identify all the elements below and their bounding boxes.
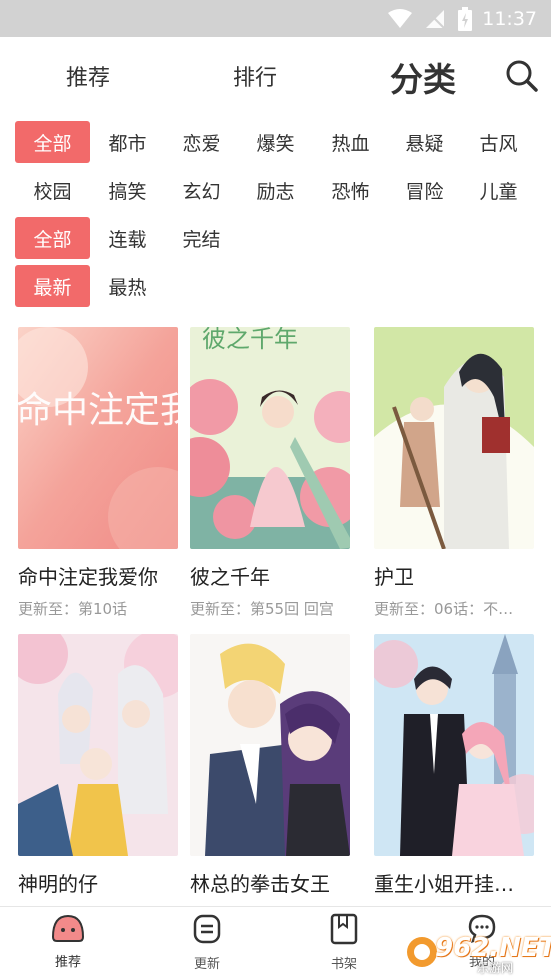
filter-genre-horror[interactable]: 恐怖 <box>313 169 388 211</box>
filter-status-all[interactable]: 全部 <box>15 217 90 259</box>
comic-update: 更新至：第55回 回宫 <box>190 600 334 618</box>
battery-charging-icon <box>458 6 473 31</box>
sort-filter-row: 最新 最热 <box>0 265 551 309</box>
no-signal-icon <box>424 8 446 30</box>
comic-card[interactable]: 神明的仔 <box>18 634 178 897</box>
bookshelf-icon <box>329 913 359 949</box>
comic-title[interactable]: 重生小姐开挂… <box>374 868 539 897</box>
home-face-icon <box>50 913 86 947</box>
wifi-icon <box>388 8 413 29</box>
comic-title[interactable]: 彼之千年 <box>190 561 355 590</box>
nav-label: 书架 <box>330 957 357 972</box>
top-nav: 推荐 排行 分类 <box>0 37 551 111</box>
comic-card[interactable]: 林总的拳击女王 <box>190 634 350 897</box>
filter-genre-funny[interactable]: 搞笑 <box>90 169 165 211</box>
comic-update: 更新至：06话：不… <box>374 600 514 618</box>
comic-cover[interactable] <box>374 327 534 549</box>
sort-hottest[interactable]: 最热 <box>90 265 165 307</box>
filter-genre-inspirational[interactable]: 励志 <box>238 169 313 211</box>
tab-ranking[interactable]: 排行 <box>233 60 277 92</box>
cover-title-text: 彼之千年 <box>202 327 298 353</box>
sort-latest[interactable]: 最新 <box>15 265 90 307</box>
nav-recommend[interactable]: 推荐 <box>33 913 103 970</box>
filter-genre-romance[interactable]: 恋爱 <box>164 121 239 163</box>
filter-genre-adventure[interactable]: 冒险 <box>387 169 462 211</box>
filter-genre-urban[interactable]: 都市 <box>90 121 165 163</box>
comic-cover[interactable]: 命中注定我爱你 <box>18 327 178 549</box>
comic-title[interactable]: 林总的拳击女王 <box>190 868 355 897</box>
filter-genre-ancient[interactable]: 古风 <box>461 121 536 163</box>
update-list-icon <box>192 913 222 949</box>
search-icon[interactable] <box>505 59 539 93</box>
cover-title-text: 命中注定我爱你 <box>18 390 178 431</box>
comic-title[interactable]: 护卫 <box>374 561 539 590</box>
tab-recommend[interactable]: 推荐 <box>66 60 110 92</box>
filter-status-ongoing[interactable]: 连载 <box>90 217 165 259</box>
filter-genre-action[interactable]: 热血 <box>313 121 388 163</box>
filter-genre-fantasy[interactable]: 玄幻 <box>164 169 239 211</box>
status-filter-row: 全部 连载 完结 <box>0 217 551 261</box>
comic-card[interactable]: 重生小姐开挂… <box>374 634 534 897</box>
filter-genre-children[interactable]: 儿童 <box>461 169 536 211</box>
comic-title[interactable]: 神明的仔 <box>18 868 183 897</box>
tab-category[interactable]: 分类 <box>390 53 456 101</box>
nav-bookshelf[interactable]: 书架 <box>309 913 379 972</box>
comic-cover[interactable] <box>190 634 350 856</box>
clock: 11:37 <box>482 7 537 30</box>
filter-status-completed[interactable]: 完结 <box>164 217 239 259</box>
filter-genre-comedy[interactable]: 爆笑 <box>238 121 313 163</box>
filter-genre-all[interactable]: 全部 <box>15 121 90 163</box>
comic-cover[interactable] <box>18 634 178 856</box>
bottom-nav: 推荐 更新 书架 我的 962.NET 乐游网 <box>0 906 551 979</box>
comic-update: 更新至：第10话 <box>18 600 128 618</box>
comic-card[interactable]: 命中注定我爱你 命中注定我爱你 更新至：第10话 <box>18 327 178 619</box>
nav-update[interactable]: 更新 <box>172 913 242 972</box>
genre-filter-row-1: 全部 都市 恋爱 爆笑 热血 悬疑 古风 <box>0 121 551 165</box>
comic-title[interactable]: 命中注定我爱你 <box>18 561 183 590</box>
nav-label: 更新 <box>193 957 220 972</box>
nav-label: 推荐 <box>54 955 81 970</box>
status-bar: 11:37 <box>0 0 551 37</box>
filter-genre-campus[interactable]: 校园 <box>15 169 90 211</box>
comic-card[interactable]: 护卫 更新至：06话：不… <box>374 327 534 619</box>
genre-filter-row-2: 校园 搞笑 玄幻 励志 恐怖 冒险 儿童 <box>0 169 551 213</box>
comic-cover[interactable]: 彼之千年 <box>190 327 350 549</box>
comic-card[interactable]: 彼之千年 彼之千年 更新至：第55回 回宫 <box>190 327 350 619</box>
watermark-subtext: 乐游网 <box>477 961 514 975</box>
watermark-logo: 962.NET 乐游网 <box>405 931 551 977</box>
filter-genre-mystery[interactable]: 悬疑 <box>387 121 462 163</box>
comic-cover[interactable] <box>374 634 534 856</box>
